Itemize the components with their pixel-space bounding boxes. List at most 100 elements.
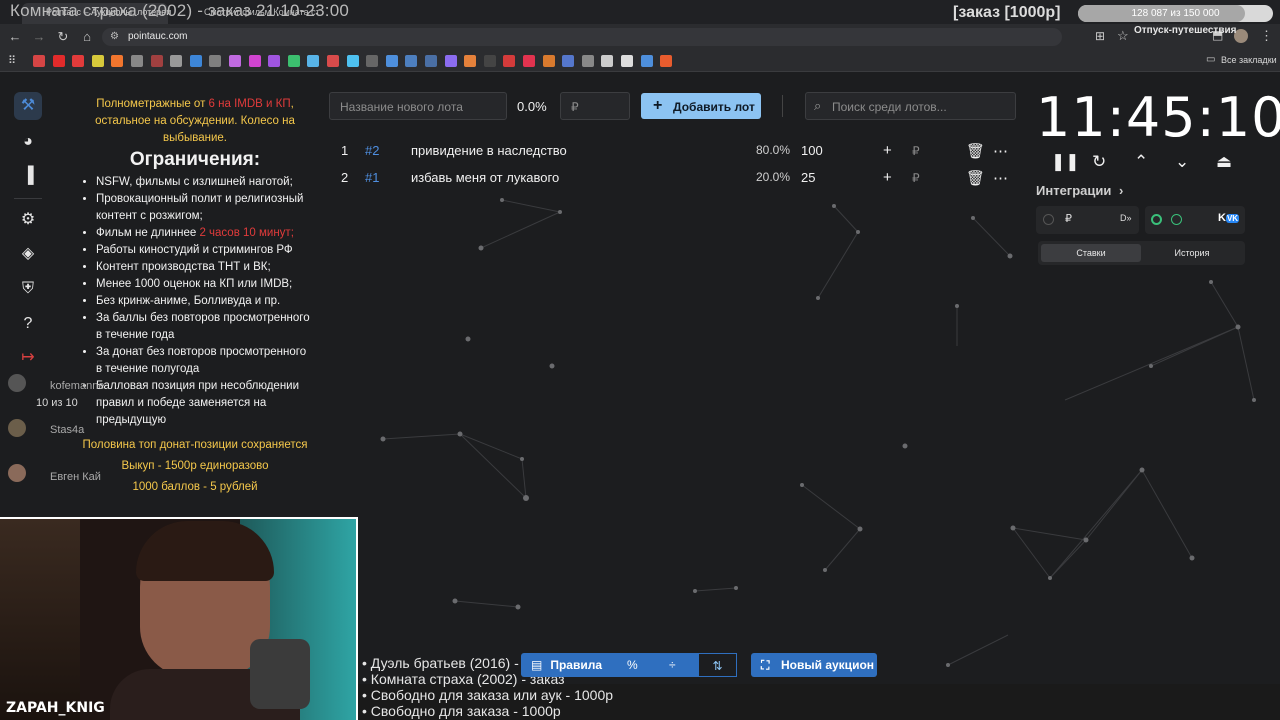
- donation-progress-bar: 128 087 из 150 000: [1078, 5, 1273, 22]
- bookmark-icon[interactable]: [640, 55, 653, 67]
- wheel-icon[interactable]: ◕: [14, 128, 42, 156]
- bookmark-icon[interactable]: [170, 55, 183, 67]
- auction-hammer-icon[interactable]: ⚒: [14, 92, 42, 120]
- rules-panel: Полнометражные от 6 на IMDB и КП, осталь…: [76, 96, 314, 496]
- lot-number: 1: [341, 143, 349, 158]
- bookmark-icon[interactable]: [229, 55, 241, 67]
- bookmark-icon[interactable]: [72, 55, 85, 67]
- percent-toggle-icon[interactable]: %: [627, 653, 641, 677]
- bookmark-icon[interactable]: [287, 55, 300, 67]
- bookmark-icon[interactable]: [503, 55, 516, 67]
- order-badge: [заказ [1000р]: [953, 4, 1061, 21]
- new-auction-icon: ⛶: [761, 658, 770, 672]
- add-amount-icon[interactable]: +: [883, 142, 892, 159]
- bookmark-star-icon[interactable]: ☆: [1117, 28, 1129, 44]
- more-icon[interactable]: ⋯: [993, 142, 1008, 160]
- split-icon[interactable]: ÷: [669, 653, 683, 677]
- bookmark-icon[interactable]: [52, 55, 65, 67]
- bookmark-icon[interactable]: [91, 55, 104, 67]
- currency-icon[interactable]: ₽: [912, 171, 920, 185]
- bookmark-icon[interactable]: [385, 55, 398, 67]
- rule-length-limit: 2 часов 10 минут: [199, 227, 291, 239]
- help-icon[interactable]: ?: [14, 310, 42, 338]
- rule-item: За донат без повторов просмотренного в т…: [96, 344, 314, 378]
- url-field[interactable]: ⚙ pointauc.com: [102, 28, 1062, 46]
- apps-grid-icon[interactable]: ⠿: [8, 54, 16, 67]
- lot-percent: 20.0%: [756, 170, 791, 184]
- bookmark-icon[interactable]: [425, 55, 437, 67]
- home-icon[interactable]: ⌂: [80, 30, 94, 44]
- add-lot-label: Добавить лот: [673, 100, 755, 114]
- bookmark-icon[interactable]: [307, 55, 320, 67]
- layers-icon[interactable]: ◈: [14, 240, 42, 268]
- bookmark-icon[interactable]: [660, 55, 673, 67]
- bookmark-icon[interactable]: [483, 55, 496, 67]
- bookmark-icon[interactable]: [366, 55, 379, 67]
- add-amount-icon[interactable]: +: [883, 169, 892, 186]
- tab-bets[interactable]: Ставки: [1041, 244, 1141, 262]
- bookmark-icon[interactable]: [542, 55, 555, 67]
- bookmark-icon[interactable]: [33, 55, 45, 67]
- bookmark-icon[interactable]: [601, 55, 614, 67]
- translate-icon[interactable]: ⊞: [1095, 29, 1105, 43]
- bookmark-icon[interactable]: [346, 55, 359, 67]
- reload-icon[interactable]: ↻: [56, 30, 70, 44]
- bookmark-icon[interactable]: [189, 55, 202, 67]
- bookmark-icon[interactable]: [523, 55, 535, 67]
- bookmark-icon[interactable]: [268, 55, 281, 67]
- increase-time-icon[interactable]: ⌃: [1134, 152, 1148, 172]
- bookmark-icon[interactable]: [150, 55, 163, 67]
- lot-search-input[interactable]: ⌕ Поиск среди лотов...: [805, 92, 1016, 120]
- integrations-link[interactable]: Интеграции ›: [1036, 183, 1123, 198]
- bookmark-icon[interactable]: [464, 55, 477, 67]
- bookmark-icon[interactable]: [111, 55, 124, 67]
- rules-button[interactable]: ▤ Правила: [531, 653, 617, 677]
- stats-icon[interactable]: ▐: [14, 162, 42, 190]
- settings-gear-icon[interactable]: ⚙: [14, 206, 42, 234]
- lot-amount-input[interactable]: ₽: [560, 92, 630, 120]
- logout-icon[interactable]: ↦: [14, 344, 42, 372]
- lot-name-input[interactable]: Название нового лота: [329, 92, 507, 120]
- collapse-icon[interactable]: ⏏: [1216, 152, 1232, 172]
- new-auction-button[interactable]: ⛶ Новый аукцион: [751, 653, 877, 677]
- forward-icon[interactable]: →: [32, 30, 46, 44]
- lot-row: 1 #2 привидение в наследство 80.0% 100 +…: [341, 142, 1011, 165]
- sidebar-divider: [14, 198, 42, 199]
- ticker-line: • Свободно для заказа или аук - 1000р: [362, 687, 614, 703]
- bookmark-icon[interactable]: [562, 55, 575, 67]
- rules-icon: ▤: [531, 658, 543, 672]
- tab-history[interactable]: История: [1142, 244, 1242, 262]
- chat-avatar: [8, 374, 26, 392]
- reset-icon[interactable]: ↻: [1092, 152, 1106, 172]
- delete-icon[interactable]: 🗑: [966, 142, 985, 160]
- shield-icon[interactable]: ⛨: [14, 275, 42, 303]
- bookmark-icon[interactable]: [209, 55, 222, 67]
- bookmark-icon[interactable]: [131, 55, 143, 67]
- lot-id: #2: [365, 143, 380, 158]
- webcam-name: ZAPAH_KNIG: [6, 700, 105, 716]
- vk-integration[interactable]: KVK: [1145, 206, 1245, 234]
- rule-item: Балловая позиция при несоблюдении правил…: [96, 378, 314, 429]
- add-lot-button[interactable]: + Добавить лот: [641, 93, 761, 119]
- site-info-icon[interactable]: ⚙: [110, 31, 119, 42]
- back-icon[interactable]: ←: [8, 30, 22, 44]
- bookmarks-folder-label[interactable]: Все закладки: [1221, 55, 1277, 65]
- browser-menu-icon[interactable]: ⋮: [1260, 28, 1273, 44]
- more-icon[interactable]: ⋯: [993, 169, 1008, 187]
- currency-icon[interactable]: ₽: [912, 144, 920, 158]
- decrease-time-icon[interactable]: ⌄: [1175, 152, 1189, 172]
- lot-id: #1: [365, 170, 380, 185]
- delete-icon[interactable]: 🗑: [966, 169, 985, 187]
- bookmark-icon[interactable]: [581, 55, 594, 67]
- bookmark-icon[interactable]: [327, 55, 339, 67]
- rules-list: NSFW, фильмы с излишней наготой; Провока…: [76, 174, 314, 429]
- sort-icon[interactable]: ⇅: [698, 653, 737, 677]
- bookmark-icon[interactable]: [621, 55, 633, 67]
- rule-item: Менее 1000 оценок на КП или IMDB;: [96, 276, 314, 293]
- donation-integration[interactable]: ₽ D»: [1036, 206, 1139, 234]
- bookmark-icon[interactable]: [444, 55, 457, 67]
- pause-icon[interactable]: ❚❚: [1051, 152, 1080, 172]
- bookmark-icon[interactable]: [405, 55, 418, 67]
- bookmark-icon[interactable]: [248, 55, 261, 67]
- vk-logo-icon: KVK: [1218, 212, 1240, 224]
